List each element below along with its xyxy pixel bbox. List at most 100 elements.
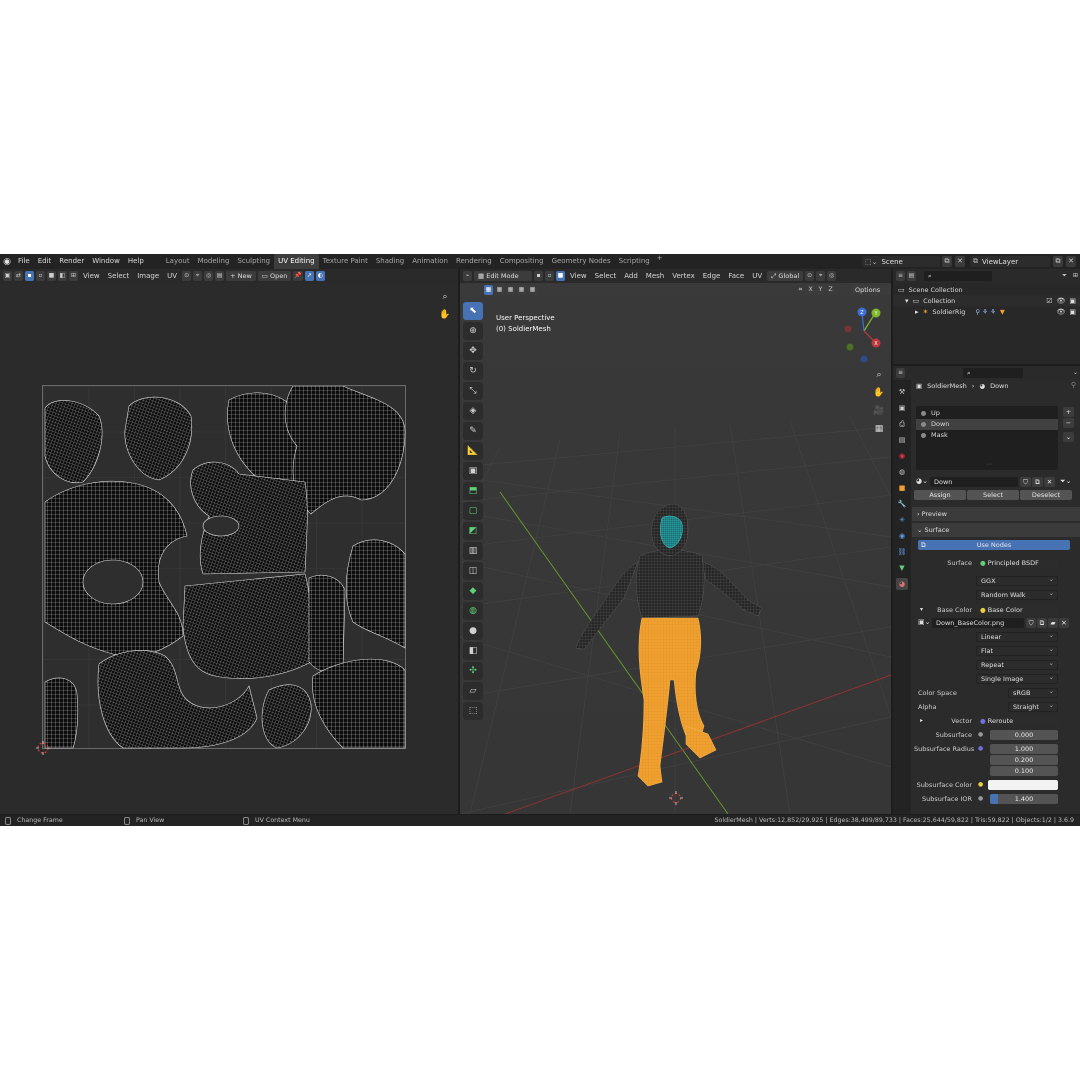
select-extend-icon[interactable]: ▦ bbox=[495, 285, 504, 295]
image-browse-icon[interactable]: ▤ bbox=[215, 271, 225, 281]
soldier-mesh[interactable] bbox=[570, 504, 770, 804]
butterfly-icon[interactable]: ⌗ bbox=[796, 285, 805, 295]
zoom-icon[interactable]: ⌕ bbox=[439, 291, 451, 303]
source-dropdown[interactable]: Single Image bbox=[976, 673, 1058, 684]
snap-icon[interactable]: ⌖ bbox=[816, 271, 826, 281]
unlink-icon[interactable]: ✕ bbox=[1044, 477, 1055, 487]
subsurface-method-dropdown[interactable]: Random Walk bbox=[976, 589, 1058, 600]
projection-dropdown[interactable]: Flat bbox=[976, 645, 1058, 656]
color-space-dropdown[interactable]: sRGB bbox=[1008, 687, 1058, 698]
add-slot-button[interactable]: + bbox=[1063, 407, 1074, 417]
subsurface-value[interactable]: 0.000 bbox=[990, 730, 1058, 740]
options-chevron-icon[interactable]: ⌄ bbox=[1071, 368, 1080, 378]
filter-icon[interactable]: ⏷ bbox=[1060, 271, 1069, 281]
object-tab-icon[interactable]: ■ bbox=[896, 482, 908, 494]
material-slot-list[interactable]: Up Down Mask ⋯ bbox=[916, 406, 1058, 470]
tab-animation[interactable]: Animation bbox=[408, 254, 452, 269]
collapse-arrow-icon[interactable]: ▾ bbox=[920, 606, 923, 613]
blender-logo-icon[interactable]: ◉ bbox=[0, 254, 14, 269]
menu-edge[interactable]: Edge bbox=[700, 272, 724, 280]
add-cube-tool-icon[interactable]: ▣ bbox=[463, 462, 483, 480]
loop-cut-tool-icon[interactable]: ▥ bbox=[463, 542, 483, 560]
checkbox-icon[interactable]: ☑ bbox=[1046, 297, 1052, 305]
menu-uv[interactable]: UV bbox=[164, 272, 180, 280]
delete-scene-icon[interactable]: ✕ bbox=[955, 256, 965, 267]
list-item[interactable]: Mask bbox=[916, 430, 1058, 441]
constraints-tab-icon[interactable]: ⛓ bbox=[896, 546, 908, 558]
modifier-tab-icon[interactable]: 🔧 bbox=[896, 498, 908, 510]
menu-image[interactable]: Image bbox=[134, 272, 162, 280]
face-select-icon[interactable]: ■ bbox=[556, 271, 565, 281]
subsurface-ior-field[interactable]: 1.400 bbox=[990, 794, 1058, 804]
face-select-icon[interactable]: ■ bbox=[47, 271, 56, 281]
use-nodes-button[interactable]: ⧉ Use Nodes bbox=[918, 540, 1070, 550]
uv-editor[interactable]: ▣ ⇄ ▪ ▫ ■ ◧ ⊞ View Select Image UV ⊙ ⌖ ◎… bbox=[0, 269, 458, 814]
snap-icon[interactable]: ⌖ bbox=[193, 271, 203, 281]
proportional-icon[interactable]: ◎ bbox=[204, 271, 214, 281]
uv-grid[interactable] bbox=[42, 385, 406, 749]
transform-orientation[interactable]: ⤢ Global bbox=[767, 271, 804, 281]
new-image-button[interactable]: + New bbox=[226, 271, 256, 281]
editor-type-icon[interactable]: ≡ bbox=[896, 271, 905, 281]
vertex-select-icon[interactable]: ▪ bbox=[534, 271, 543, 281]
move-tool-icon[interactable]: ✥ bbox=[463, 342, 483, 360]
extrude-tool-icon[interactable]: ⬒ bbox=[463, 482, 483, 500]
overlay-toggle-icon[interactable]: ◐ bbox=[315, 271, 325, 281]
outliner[interactable]: ≡ ▤ ⌕ ⏷ ⊞ ▭ Scene Collection ▾ ▭ Collect… bbox=[893, 269, 1080, 364]
expand-arrow-icon[interactable]: ▸ bbox=[920, 717, 923, 724]
tree-row-scene-collection[interactable]: ▭ Scene Collection bbox=[893, 284, 1080, 295]
tab-texture-paint[interactable]: Texture Paint bbox=[319, 254, 372, 269]
sticky-select-icon[interactable]: ⊞ bbox=[69, 271, 78, 281]
slot-specials-button[interactable]: ⌄ bbox=[1063, 432, 1074, 442]
color-socket-icon[interactable]: ● bbox=[978, 781, 983, 788]
tab-shading[interactable]: Shading bbox=[372, 254, 408, 269]
camera-icon[interactable]: ▣ bbox=[1069, 308, 1076, 316]
eye-icon[interactable]: 👁 bbox=[1056, 308, 1065, 316]
select-invert-icon[interactable]: ▦ bbox=[517, 285, 526, 295]
material-tab-icon[interactable]: ◕ bbox=[896, 578, 908, 590]
3d-cursor-icon[interactable] bbox=[669, 791, 683, 805]
navigation-gizmo[interactable]: Z Y X bbox=[838, 303, 890, 365]
menu-edit[interactable]: Edit bbox=[34, 254, 56, 269]
material-browse-icon[interactable]: ◕⌄ bbox=[916, 477, 928, 485]
distribution-dropdown[interactable]: GGX bbox=[976, 575, 1058, 586]
proportional-icon[interactable]: ◎ bbox=[827, 271, 837, 281]
properties-editor[interactable]: ⚒ ▣ ⎙ ▤ ◉ ◍ ■ 🔧 ✳ ◉ ⛓ ▼ ◕ ≡ ⌕ ⌄ ▣ Soldie… bbox=[893, 366, 1080, 814]
list-item[interactable]: Up bbox=[916, 408, 1058, 419]
surface-shader-field[interactable]: ● Principled BSDF bbox=[976, 558, 1058, 568]
subsurface-color-swatch[interactable] bbox=[988, 780, 1058, 790]
shrink-fatten-tool-icon[interactable]: ✣ bbox=[463, 662, 483, 680]
poly-build-tool-icon[interactable]: ◆ bbox=[463, 582, 483, 600]
interpolation-dropdown[interactable]: Linear bbox=[976, 631, 1058, 642]
zoom-icon[interactable]: ⌕ bbox=[873, 369, 885, 381]
menu-face[interactable]: Face bbox=[725, 272, 747, 280]
tab-compositing[interactable]: Compositing bbox=[496, 254, 548, 269]
socket-icon[interactable]: ● bbox=[978, 795, 983, 802]
menu-uv[interactable]: UV bbox=[749, 272, 765, 280]
menu-vertex[interactable]: Vertex bbox=[669, 272, 698, 280]
editor-type-icon[interactable]: ⌁ bbox=[463, 271, 472, 281]
uv-islands[interactable] bbox=[43, 386, 407, 750]
image-browse-icon[interactable]: ▣⌄ bbox=[918, 618, 930, 626]
menu-select[interactable]: Select bbox=[592, 272, 620, 280]
assign-button[interactable]: Assign bbox=[914, 490, 966, 500]
fake-user-icon[interactable]: ⛉ bbox=[1026, 618, 1036, 628]
tab-layout[interactable]: Layout bbox=[162, 254, 194, 269]
menu-add[interactable]: Add bbox=[621, 272, 641, 280]
tab-sculpting[interactable]: Sculpting bbox=[233, 254, 274, 269]
menu-window[interactable]: Window bbox=[88, 254, 124, 269]
radius-x-value[interactable]: 1.000 bbox=[990, 744, 1058, 754]
open-image-button[interactable]: ▭ Open bbox=[257, 271, 292, 281]
mirror-z-toggle[interactable]: Z bbox=[826, 285, 835, 295]
annotate-tool-icon[interactable]: ✎ bbox=[463, 422, 483, 440]
select-button[interactable]: Select bbox=[967, 490, 1019, 500]
hand-pan-icon[interactable]: ✋ bbox=[873, 387, 885, 399]
editor-type-icon[interactable]: ▣ bbox=[3, 271, 12, 281]
pin-icon[interactable]: 📌 bbox=[293, 271, 303, 281]
particles-tab-icon[interactable]: ✳ bbox=[896, 514, 908, 526]
menu-render[interactable]: Render bbox=[55, 254, 88, 269]
preview-panel-header[interactable]: › Preview bbox=[912, 507, 1080, 521]
alpha-dropdown[interactable]: Straight bbox=[1008, 701, 1058, 712]
gizmo-toggle-icon[interactable]: ↗ bbox=[304, 271, 314, 281]
scene-tab-icon[interactable]: ◉ bbox=[896, 450, 908, 462]
